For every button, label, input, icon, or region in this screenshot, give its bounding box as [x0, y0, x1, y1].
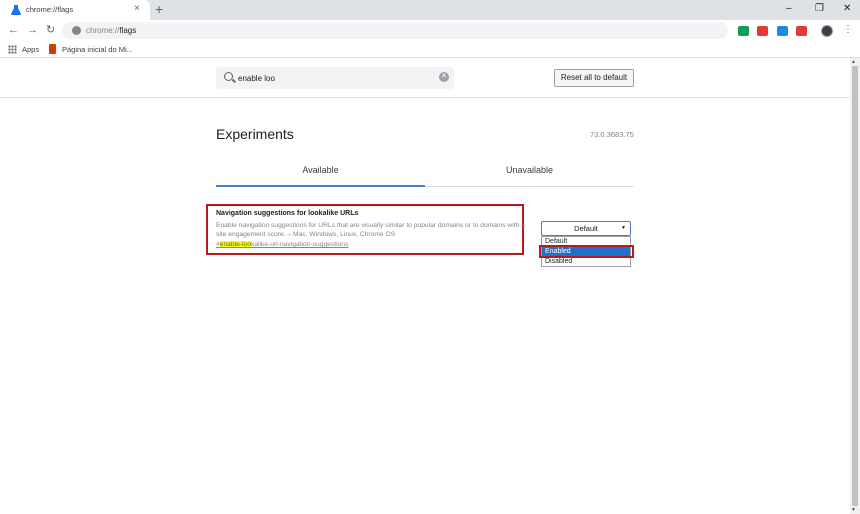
scrollbar[interactable]: ▲ ▼	[850, 58, 860, 514]
version-label: 73.0.3683.75	[590, 130, 634, 139]
bookmarks-bar: Apps Página inicial do Mi...	[0, 42, 860, 58]
search-box[interactable]: ✕	[216, 67, 454, 89]
info-icon[interactable]	[72, 26, 81, 35]
flags-header: ✕ Reset all to default	[0, 58, 850, 98]
sheets-icon[interactable]	[738, 26, 749, 36]
bookmark-apps[interactable]: Apps	[22, 45, 39, 54]
tab-unavailable[interactable]: Unavailable	[425, 157, 634, 187]
restore-button[interactable]: ❐	[815, 2, 824, 16]
youtube-icon-2[interactable]	[796, 26, 807, 36]
tab-strip: chrome://flags × + – ❐ ✕	[0, 0, 860, 20]
minimize-button[interactable]: –	[786, 2, 792, 16]
tab-available[interactable]: Available	[216, 157, 425, 187]
tab-flags[interactable]: chrome://flags ×	[0, 0, 150, 20]
page-title: Experiments	[216, 126, 294, 142]
office-icon	[49, 44, 56, 54]
url-text: chrome://flags	[86, 26, 137, 35]
flags-tabs: Available Unavailable	[216, 157, 634, 187]
scroll-up-icon[interactable]: ▲	[851, 59, 856, 65]
reload-icon[interactable]: ↻	[46, 23, 55, 37]
toolbar: ← → ↻ chrome://flags ⋮	[0, 20, 860, 42]
address-bar[interactable]: chrome://flags	[62, 22, 728, 39]
option-disabled[interactable]: Disabled	[542, 257, 630, 267]
flag-permalink[interactable]: #enable-lookalike-url-navigation-suggest…	[216, 241, 348, 248]
calendar-icon[interactable]	[777, 26, 788, 36]
tab-close-icon[interactable]: ×	[134, 3, 140, 15]
back-arrow-icon[interactable]: ←	[8, 23, 19, 37]
flag-state-select[interactable]: Default ▼	[541, 221, 631, 236]
new-tab-button[interactable]: +	[155, 2, 163, 16]
search-icon	[224, 72, 233, 81]
flask-icon	[11, 5, 21, 15]
scroll-down-icon[interactable]: ▼	[851, 507, 856, 513]
scroll-thumb[interactable]	[852, 66, 858, 506]
apps-grid-icon[interactable]	[8, 45, 17, 54]
flag-description: Enable navigation suggestions for URLs t…	[216, 222, 525, 238]
clear-search-icon[interactable]: ✕	[439, 72, 449, 82]
forward-arrow-icon[interactable]: →	[27, 23, 38, 37]
menu-kebab-icon[interactable]: ⋮	[843, 24, 853, 36]
close-window-button[interactable]: ✕	[843, 2, 851, 16]
highlight-box-enabled	[539, 245, 634, 258]
select-value: Default	[574, 224, 598, 233]
profile-avatar-icon[interactable]	[821, 25, 833, 37]
search-input[interactable]	[238, 71, 428, 85]
chevron-down-icon: ▼	[621, 225, 626, 231]
flag-name: Navigation suggestions for lookalike URL…	[216, 210, 359, 217]
youtube-icon[interactable]	[757, 26, 768, 36]
bookmark-item[interactable]: Página inicial do Mi...	[62, 45, 133, 54]
tab-title: chrome://flags	[26, 5, 74, 14]
reset-all-button[interactable]: Reset all to default	[554, 69, 634, 87]
flag-entry: Navigation suggestions for lookalike URL…	[206, 204, 525, 255]
